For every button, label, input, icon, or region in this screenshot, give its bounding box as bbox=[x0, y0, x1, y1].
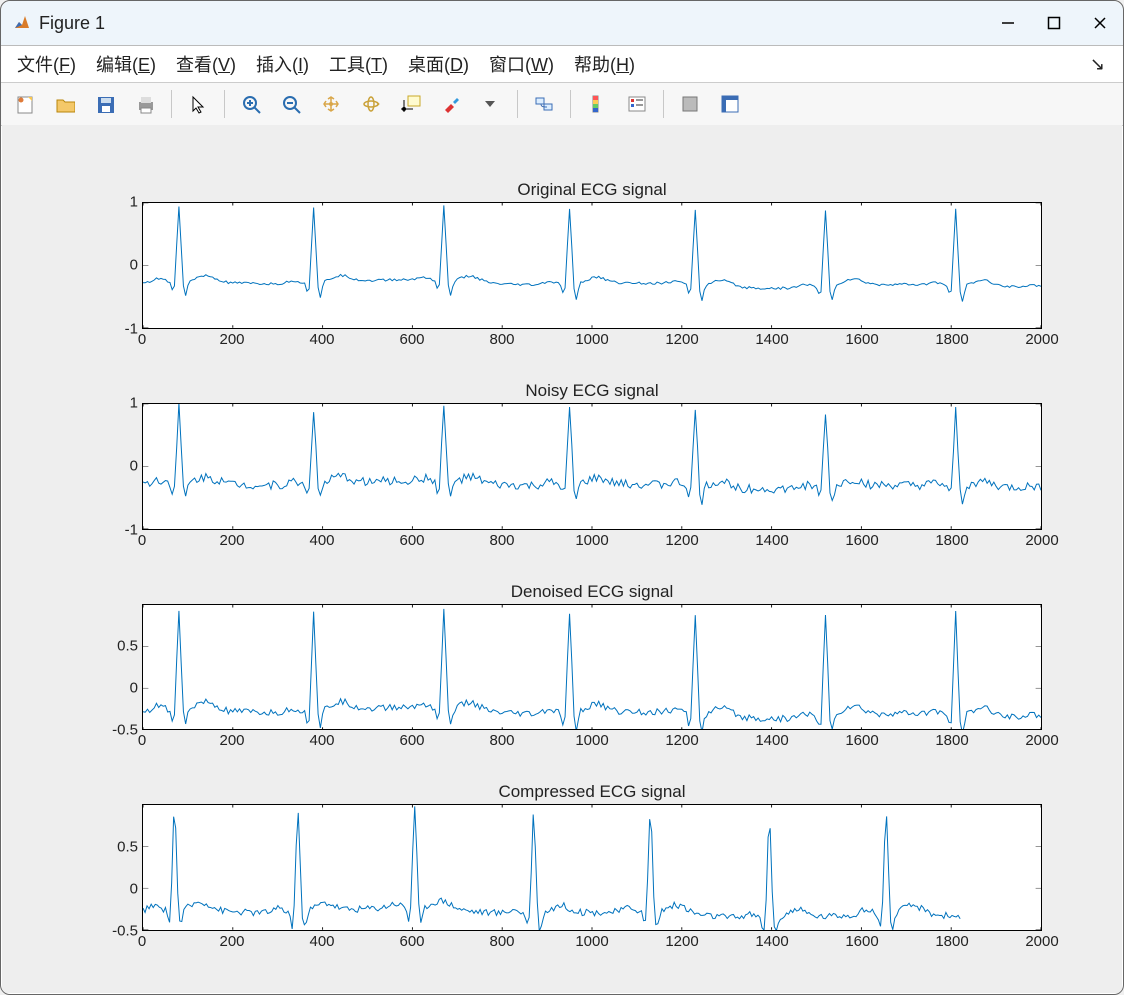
legend-icon[interactable] bbox=[619, 88, 655, 120]
subplot-title: Original ECG signal bbox=[142, 180, 1042, 200]
data-cursor-icon[interactable] bbox=[393, 88, 429, 120]
menu-v[interactable]: 查看(V) bbox=[166, 49, 246, 79]
brush-icon[interactable] bbox=[433, 88, 469, 120]
dropdown-icon[interactable] bbox=[473, 88, 509, 120]
axes[interactable] bbox=[142, 202, 1042, 329]
subplot-title: Compressed ECG signal bbox=[142, 782, 1042, 802]
subplot-title: Denoised ECG signal bbox=[142, 582, 1042, 602]
menu-f[interactable]: 文件(F) bbox=[7, 49, 86, 79]
subplot-3: Compressed ECG signal-0.500.502004006008… bbox=[142, 782, 1042, 953]
menu-h[interactable]: 帮助(H) bbox=[564, 49, 645, 79]
matlab-icon bbox=[13, 14, 31, 32]
subplot-1: Noisy ECG signal-10102004006008001000120… bbox=[142, 381, 1042, 552]
menu-d[interactable]: 桌面(D) bbox=[398, 49, 479, 79]
window-title: Figure 1 bbox=[39, 13, 105, 34]
pointer-icon[interactable] bbox=[180, 88, 216, 120]
zoom-in-icon[interactable] bbox=[233, 88, 269, 120]
subplot-2: Denoised ECG signal-0.500.50200400600800… bbox=[142, 582, 1042, 753]
subplot-title: Noisy ECG signal bbox=[142, 381, 1042, 401]
menu-i[interactable]: 插入(I) bbox=[246, 49, 319, 79]
menubar: 文件(F)编辑(E)查看(V)插入(I)工具(T)桌面(D)窗口(W)帮助(H)… bbox=[1, 46, 1123, 83]
figure-area: Original ECG signal-10102004006008001000… bbox=[2, 125, 1122, 993]
subplot-0: Original ECG signal-10102004006008001000… bbox=[142, 180, 1042, 351]
pan-icon[interactable] bbox=[313, 88, 349, 120]
link-plots-icon[interactable] bbox=[526, 88, 562, 120]
save-icon[interactable] bbox=[87, 88, 123, 120]
menu-t[interactable]: 工具(T) bbox=[319, 49, 398, 79]
open-icon[interactable] bbox=[47, 88, 83, 120]
toolbar bbox=[1, 83, 1123, 126]
close-button[interactable] bbox=[1077, 1, 1123, 45]
axes-stack: Original ECG signal-10102004006008001000… bbox=[142, 180, 1042, 953]
hide-tools-icon[interactable] bbox=[672, 88, 708, 120]
titlebar: Figure 1 bbox=[1, 1, 1123, 46]
ecg-line bbox=[143, 205, 1041, 301]
axes[interactable] bbox=[142, 403, 1042, 530]
colorbar-icon[interactable] bbox=[579, 88, 615, 120]
rotate3d-icon[interactable] bbox=[353, 88, 389, 120]
zoom-out-icon[interactable] bbox=[273, 88, 309, 120]
new-figure-icon[interactable] bbox=[7, 88, 43, 120]
minimize-button[interactable] bbox=[985, 1, 1031, 45]
axes[interactable] bbox=[142, 604, 1042, 731]
axes[interactable] bbox=[142, 804, 1042, 931]
print-icon[interactable] bbox=[127, 88, 163, 120]
show-tools-icon[interactable] bbox=[712, 88, 748, 120]
menu-e[interactable]: 编辑(E) bbox=[86, 49, 166, 79]
dock-arrow-icon[interactable]: ↘ bbox=[1090, 54, 1117, 75]
ecg-line bbox=[143, 807, 960, 930]
figure-window: Figure 1 文件(F)编辑(E)查看(V)插入(I)工具(T)桌面(D)窗… bbox=[0, 0, 1124, 995]
ecg-line bbox=[143, 608, 1041, 729]
ecg-line bbox=[143, 404, 1041, 505]
menu-w[interactable]: 窗口(W) bbox=[479, 49, 564, 79]
maximize-button[interactable] bbox=[1031, 1, 1077, 45]
